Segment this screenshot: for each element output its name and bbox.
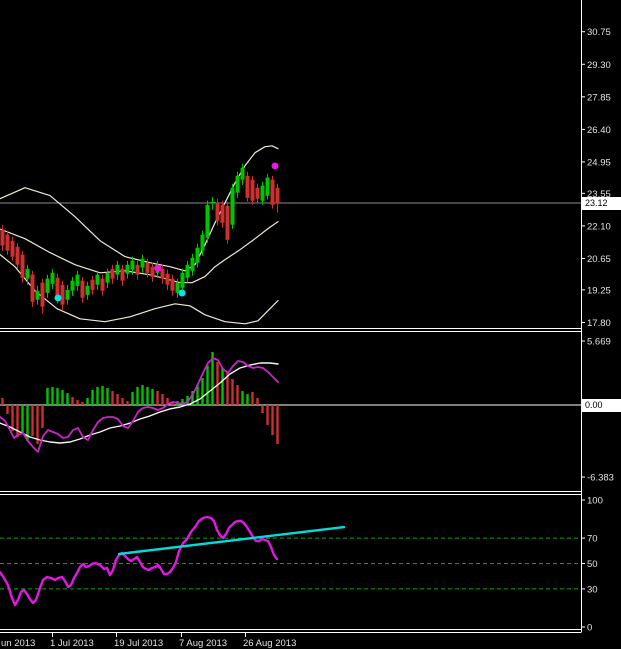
- candle-body: [65, 289, 70, 300]
- price-axis-label: 17.80: [587, 318, 611, 329]
- candle-body: [105, 272, 110, 283]
- candle-body: [165, 273, 170, 285]
- candle-body: [85, 285, 90, 295]
- candle-body: [5, 234, 10, 251]
- candle-body: [75, 274, 80, 286]
- candle-body: [250, 179, 255, 201]
- price-axis-label: 19.25: [587, 285, 611, 296]
- candle-body: [45, 278, 50, 293]
- candle-body: [235, 175, 240, 193]
- candle-body: [35, 290, 40, 300]
- magenta-signal-dot: [271, 162, 279, 170]
- oscillator-axis-label: 70: [587, 534, 598, 545]
- candle-body: [135, 264, 140, 275]
- oscillator-axis-label: 50: [587, 559, 598, 570]
- candle-body: [150, 266, 155, 277]
- candle-body: [115, 264, 120, 275]
- macd-value-badge: 0.00: [582, 399, 621, 412]
- candle-body: [120, 268, 125, 281]
- candle-body: [220, 204, 225, 223]
- candle-body: [130, 260, 135, 270]
- date-axis-label: 1 Jul 2013: [50, 638, 94, 649]
- candle-body: [185, 264, 190, 278]
- cyan-signal-dot: [178, 289, 186, 297]
- trading-chart-window: 30.75 29.30 27.85 26.40 24.95 23.55 22.10 20.65…: [0, 0, 621, 649]
- date-axis-label: 26 Aug 2013: [243, 638, 296, 649]
- macd-axis-label: 5.669: [587, 337, 611, 348]
- candle-body: [140, 258, 145, 268]
- candle-body: [180, 272, 185, 288]
- oscillator-axis-label: 30: [587, 584, 598, 595]
- candle-body: [145, 262, 150, 273]
- candle-body: [215, 202, 220, 221]
- price-axis-label: 20.65: [587, 254, 611, 265]
- candle-body: [40, 282, 45, 307]
- candle-body: [255, 187, 260, 199]
- candle-body: [25, 268, 30, 279]
- candle-body: [195, 247, 200, 263]
- candle-body: [60, 284, 65, 305]
- price-axis-label: 22.10: [587, 221, 611, 232]
- candle-body: [20, 254, 25, 278]
- candle-body: [70, 280, 75, 291]
- candle-body: [160, 268, 165, 279]
- price-axis-label: 30.75: [587, 27, 611, 38]
- candle-body: [275, 187, 280, 203]
- candle-body: [265, 177, 270, 196]
- candle-body: [170, 278, 175, 291]
- candle-body: [0, 229, 5, 246]
- current-price-badge: 23.12: [582, 197, 621, 210]
- candle-body: [100, 278, 105, 291]
- cyan-signal-dot: [54, 294, 62, 302]
- candle-body: [205, 204, 210, 238]
- candle-body: [270, 179, 275, 205]
- date-axis-label: 19 Jul 2013: [114, 638, 163, 649]
- date-axis-label: 7 Aug 2013: [179, 638, 227, 649]
- price-axis-label: 29.30: [587, 60, 611, 71]
- oscillator-axis-label: 0: [587, 623, 592, 634]
- candle-body: [190, 257, 195, 271]
- macd-axis-label: -6.383: [587, 473, 614, 484]
- chart-background: [0, 0, 621, 649]
- candle-body: [245, 175, 250, 198]
- price-axis-label: 26.40: [587, 125, 611, 136]
- date-axis-label: un 2013: [1, 638, 35, 649]
- candle-body: [90, 279, 95, 290]
- candle-body: [95, 274, 100, 285]
- candle-body: [230, 187, 235, 225]
- price-axis-label: 24.95: [587, 157, 611, 168]
- candle-body: [110, 268, 115, 279]
- candle-body: [125, 264, 130, 274]
- candle-body: [225, 205, 230, 240]
- price-axis-label: 27.85: [587, 92, 611, 103]
- candle-body: [30, 274, 35, 302]
- candle-body: [80, 280, 85, 298]
- chart-canvas[interactable]: 30.7529.3027.8526.4024.9523.5522.1020.65…: [0, 0, 621, 649]
- magenta-signal-dot: [154, 264, 162, 272]
- candle-body: [175, 282, 180, 293]
- oscillator-axis-label: 100: [587, 496, 603, 507]
- candle-body: [10, 240, 15, 257]
- candle-body: [240, 167, 245, 180]
- candle-body: [15, 246, 20, 265]
- candle-body: [200, 234, 205, 251]
- candle-body: [55, 277, 60, 296]
- candle-body: [260, 185, 265, 201]
- candle-body: [50, 272, 55, 284]
